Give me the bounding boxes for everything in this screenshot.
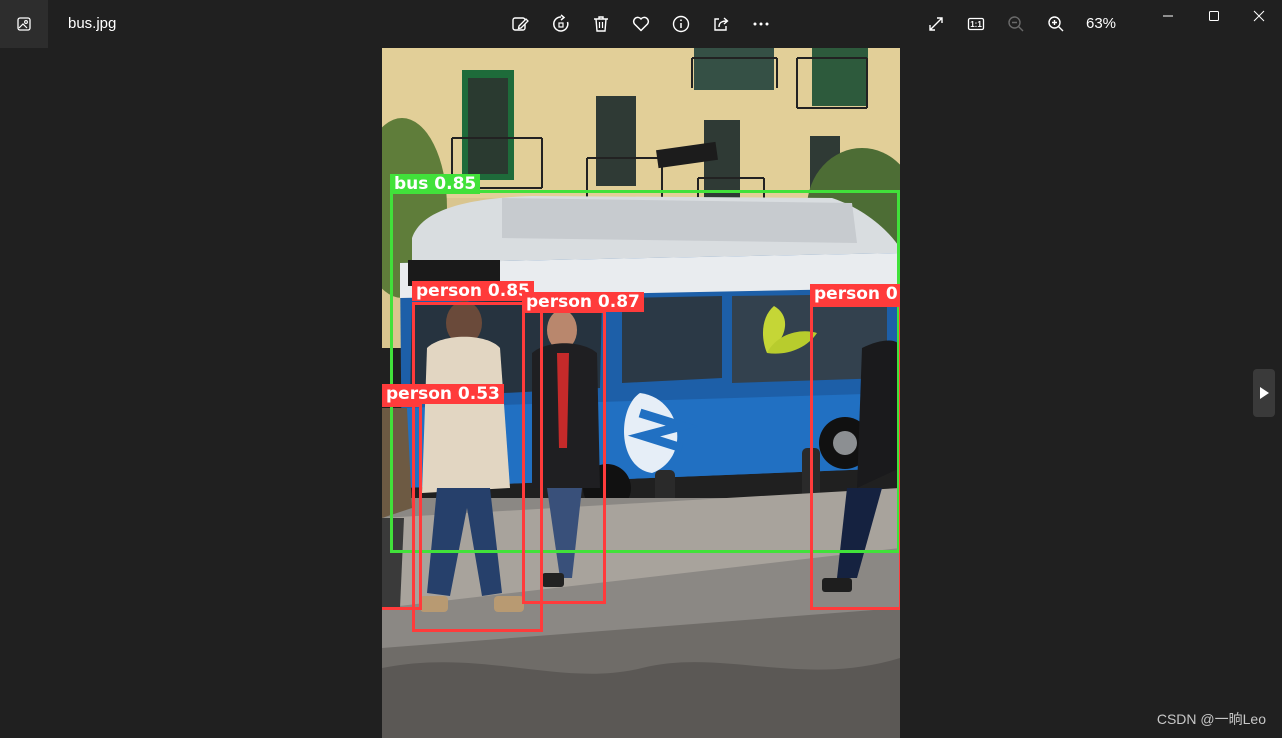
- next-image-button[interactable]: [1253, 369, 1275, 417]
- fullscreen-button[interactable]: [922, 10, 950, 38]
- person-detection-label-2: person 0.87: [522, 292, 644, 312]
- photos-app-icon[interactable]: [0, 0, 48, 48]
- delete-button[interactable]: [587, 10, 615, 38]
- rotate-button[interactable]: [547, 10, 575, 38]
- minimize-button[interactable]: [1145, 0, 1191, 32]
- zoom-out-button[interactable]: [1002, 10, 1030, 38]
- person-detection-label-3: person 0: [810, 284, 900, 304]
- person-detection-box-4: [382, 404, 422, 610]
- edit-image-button[interactable]: [506, 10, 534, 38]
- zoom-in-icon: [1048, 16, 1064, 32]
- more-options-button[interactable]: [747, 10, 775, 38]
- actual-size-label: 1:1: [970, 19, 982, 29]
- maximize-icon: [1209, 11, 1219, 21]
- zoom-in-button[interactable]: [1042, 10, 1070, 38]
- info-icon: [672, 15, 690, 33]
- file-name: bus.jpg: [68, 15, 117, 32]
- person-detection-label-4: person 0.53: [382, 384, 504, 404]
- zoom-level[interactable]: 63%: [1086, 15, 1116, 32]
- minimize-icon: [1163, 15, 1173, 17]
- rotate-icon: [553, 14, 569, 32]
- bus-detection-label: bus 0.85: [390, 174, 481, 194]
- zoom-out-icon: [1008, 16, 1024, 32]
- expand-icon: [929, 17, 943, 31]
- share-icon: [714, 17, 729, 31]
- detection-photo[interactable]: bus 0.85 person 0.85 person 0.87 person …: [382, 48, 900, 738]
- favorite-button[interactable]: [627, 10, 655, 38]
- person-detection-box-3: [810, 304, 900, 610]
- watermark-text: CSDN @一晌Leo: [1156, 711, 1266, 727]
- person-detection-box-2: [522, 310, 606, 604]
- heart-icon: [632, 16, 650, 32]
- person-detection-label-1: person 0.85: [412, 281, 534, 301]
- maximize-button[interactable]: [1191, 0, 1237, 32]
- share-button[interactable]: [707, 10, 735, 38]
- close-icon: [1253, 10, 1265, 22]
- close-button[interactable]: [1236, 0, 1282, 32]
- title-bar: bus.jpg 1:1 63%: [0, 0, 1282, 48]
- delete-icon: [594, 16, 608, 32]
- more-icon: [753, 22, 769, 26]
- play-right-icon: [1260, 387, 1269, 399]
- actual-size-button[interactable]: 1:1: [962, 10, 990, 38]
- edit-image-icon: [512, 17, 529, 31]
- info-button[interactable]: [667, 10, 695, 38]
